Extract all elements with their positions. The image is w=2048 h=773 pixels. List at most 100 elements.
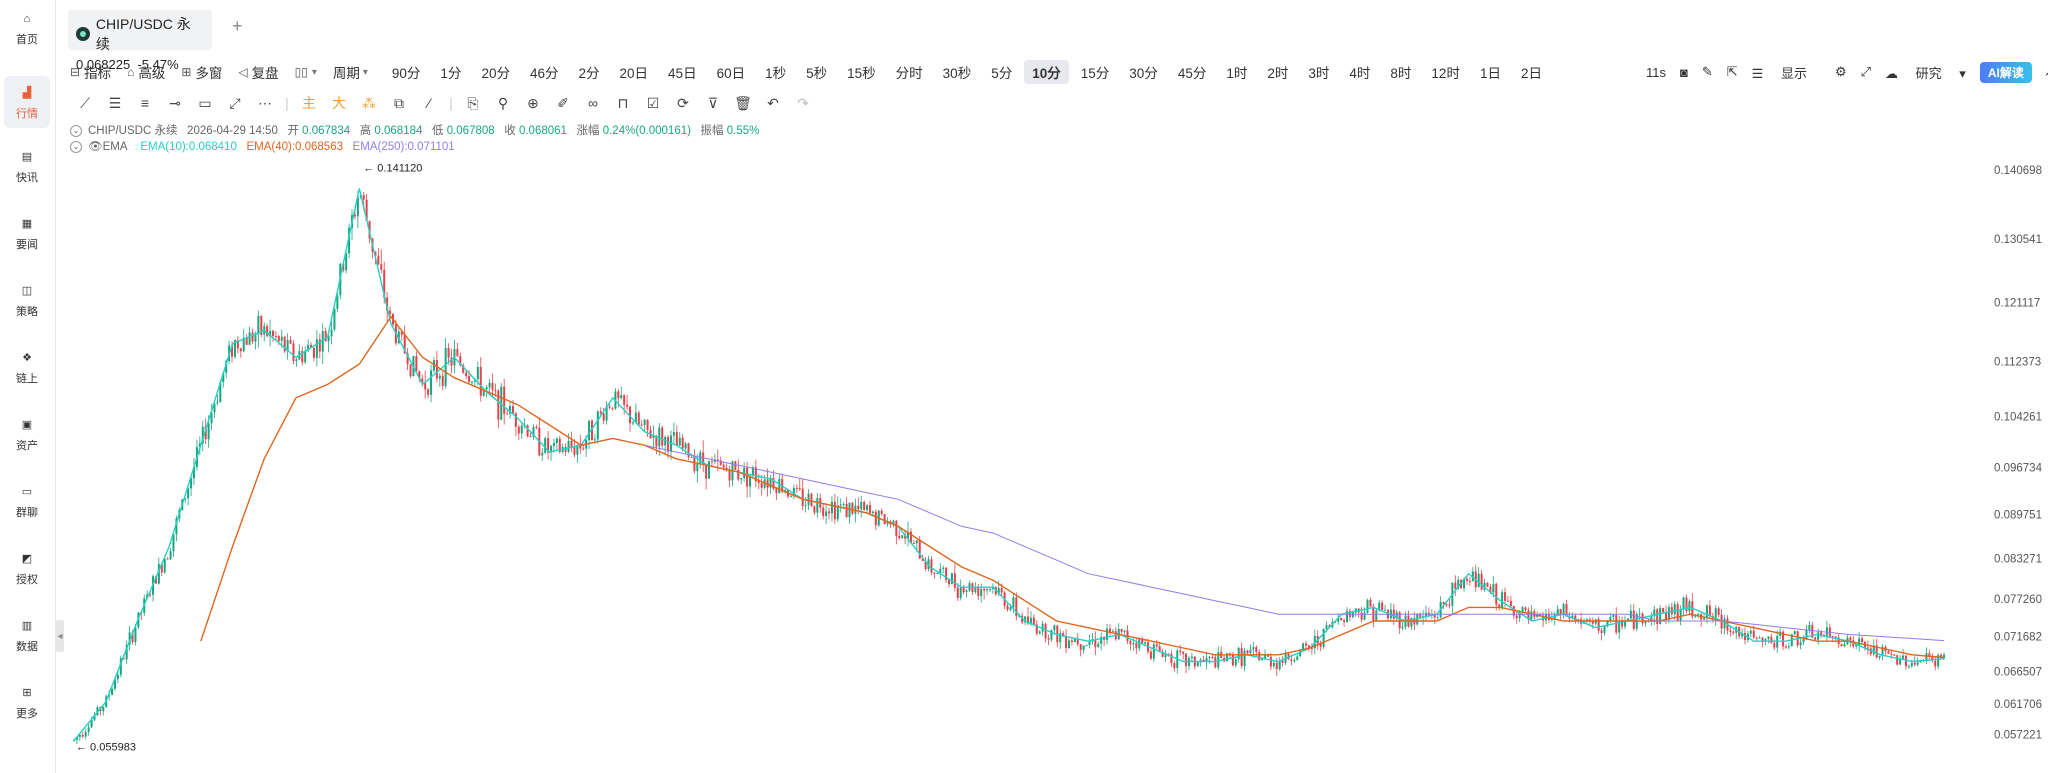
period-option[interactable]: 分时 (888, 60, 931, 84)
candle-body (1445, 604, 1448, 606)
sidebar-collapse-handle[interactable]: ◂ (56, 620, 64, 652)
sidebar-item-7[interactable]: ▭ 群聊 (4, 475, 50, 527)
sidebar-item-4[interactable]: ◫ 策略 (4, 274, 50, 326)
advanced-button[interactable]: ⌂ 高级 (127, 62, 165, 82)
period-option[interactable]: 8时 (1382, 60, 1419, 84)
lock-icon[interactable]: ⊓ (608, 95, 638, 112)
copy-layout-icon[interactable]: ⧉ (384, 95, 414, 112)
chart-type-button[interactable]: ▯▯ ▾ (295, 65, 317, 79)
more-dots-icon[interactable]: ⋯ (250, 95, 280, 112)
candle-body (1659, 608, 1662, 624)
period-option[interactable]: 45分 (1170, 60, 1215, 84)
period-option[interactable]: 20分 (473, 60, 518, 84)
period-option[interactable]: 20日 (612, 60, 657, 84)
horizontal-ray-icon[interactable]: ⊸ (160, 95, 190, 112)
fullscreen-icon[interactable]: ⤢ (1861, 64, 1871, 80)
period-option[interactable]: 5秒 (798, 60, 835, 84)
trend-arrow-icon[interactable]: ↗ (2044, 64, 2048, 80)
redo-icon[interactable]: ↷ (788, 95, 818, 112)
candle-body (1384, 609, 1387, 611)
drawing-toolbar: ⟋ ☰ ≡ ⊸ ▭ ⤢ ⋯ | 主 大 ⁂ ⧉ ⁄ | ⎘ ⚲ ⊕ ✐ ∞ ⊓ … (70, 92, 818, 114)
candle-body (845, 503, 848, 518)
period-dropdown[interactable]: 周期 ▾ (333, 62, 368, 82)
sidebar-item-8[interactable]: ◩ 授权 (4, 542, 50, 594)
zoom-icon[interactable]: ⊕ (518, 95, 548, 112)
display-button[interactable]: ☰ 显示 (1752, 63, 1821, 82)
candle-body (813, 506, 816, 513)
period-option[interactable]: 4时 (1341, 60, 1378, 84)
main-chart-icon[interactable]: 主 (294, 93, 324, 113)
period-option[interactable]: 12时 (1423, 60, 1468, 84)
sidebar-item-5[interactable]: ❖ 链上 (4, 341, 50, 393)
settings-icon[interactable]: ⚙ (1835, 64, 1847, 80)
filter-icon[interactable]: ⊽ (698, 95, 728, 112)
candle-body (661, 427, 664, 446)
sidebar-item-6[interactable]: ▣ 资产 (4, 408, 50, 460)
candle-body (409, 364, 412, 377)
magnet-icon[interactable]: ⁄ (414, 95, 444, 111)
camera-icon[interactable]: ◙ (1680, 65, 1688, 80)
copy-icon[interactable]: ⎘ (458, 95, 488, 112)
candle-body (728, 470, 731, 481)
candle-body (377, 255, 380, 265)
ticker-tab[interactable]: CHIP/USDC 永续 0.068225 -5.47% (68, 10, 212, 72)
period-option[interactable]: 60日 (709, 60, 754, 84)
period-option[interactable]: 46分 (522, 60, 567, 84)
candle-body (1129, 640, 1132, 645)
pattern-icon[interactable]: ⁂ (354, 95, 384, 112)
period-option[interactable]: 10分 (1024, 60, 1069, 84)
period-option[interactable]: 90分 (384, 60, 429, 84)
period-option[interactable]: 1分 (432, 60, 469, 84)
brush-icon[interactable]: ✐ (548, 95, 578, 112)
period-option[interactable]: 30分 (1121, 60, 1166, 84)
period-option[interactable]: 2分 (571, 60, 608, 84)
candle-body (1773, 643, 1776, 648)
research-button[interactable]: ☁ 研究 ▾ (1885, 63, 1966, 82)
rectangle-icon[interactable]: ▭ (190, 95, 220, 112)
add-tab-button[interactable]: + (232, 16, 243, 37)
candle-body (81, 734, 84, 737)
candle-body (1641, 613, 1644, 624)
horizontal-lines-icon[interactable]: ☰ (100, 95, 130, 112)
period-option[interactable]: 15秒 (839, 60, 884, 84)
parallel-lines-icon[interactable]: ≡ (130, 95, 160, 111)
sidebar-item-10[interactable]: ⊞ 更多 (4, 676, 50, 728)
period-option[interactable]: 3时 (1300, 60, 1337, 84)
indicator-button[interactable]: ⊟ 指标 (70, 62, 111, 82)
undo-icon[interactable]: ↶ (758, 95, 788, 112)
sync-icon[interactable]: ⟳ (668, 95, 698, 112)
period-option[interactable]: 2日 (1513, 60, 1550, 84)
sidebar-item-3[interactable]: ▦ 要闻 (4, 207, 50, 259)
sidebar-item-1[interactable]: ▟ 行情 (4, 76, 50, 128)
price-chart[interactable]: 0.140698 0.130541 0.121117 0.112373 0.104261… (64, 150, 2048, 766)
sidebar-item-2[interactable]: ▤ 快讯 (4, 140, 50, 192)
pencil-icon[interactable]: ✎ (1702, 64, 1713, 80)
period-option[interactable]: 5分 (983, 60, 1020, 84)
multi-window-button[interactable]: ⊞ 多窗 (181, 62, 222, 82)
collapse-toggle-icon[interactable]: ⌄ (70, 124, 82, 137)
link-icon[interactable]: ∞ (578, 95, 608, 111)
display-icon: ☰ (1751, 65, 1764, 81)
period-option[interactable]: 45日 (660, 60, 705, 84)
ai-interpret-button[interactable]: AI解读 (1979, 61, 2032, 83)
refresh-interval[interactable]: 11s (1646, 65, 1666, 80)
trend-line-icon[interactable]: ⟋ (70, 95, 100, 112)
period-option[interactable]: 1秒 (757, 60, 794, 84)
replay-button[interactable]: ◁ 复盘 (238, 62, 278, 82)
period-option[interactable]: 15分 (1073, 60, 1118, 84)
big-chart-icon[interactable]: 大 (324, 93, 354, 113)
ruler-icon[interactable]: ⚲ (488, 95, 518, 112)
period-option[interactable]: 30秒 (935, 60, 980, 84)
candle-body (760, 483, 763, 488)
visibility-icon[interactable]: ☑ (638, 95, 668, 112)
export-icon[interactable]: ⇱ (1727, 64, 1738, 80)
sidebar-item-9[interactable]: ▥ 数据 (4, 609, 50, 661)
trash-icon[interactable]: 🗑 (728, 95, 758, 112)
period-option[interactable]: 2时 (1259, 60, 1296, 84)
change-label: 涨幅 (576, 125, 600, 137)
candle-body (1214, 657, 1217, 668)
arrow-line-icon[interactable]: ⤢ (220, 95, 250, 112)
period-option[interactable]: 1日 (1472, 60, 1509, 84)
sidebar-item-0[interactable]: ⌂ 首页 (4, 2, 50, 54)
period-option[interactable]: 1时 (1218, 60, 1255, 84)
